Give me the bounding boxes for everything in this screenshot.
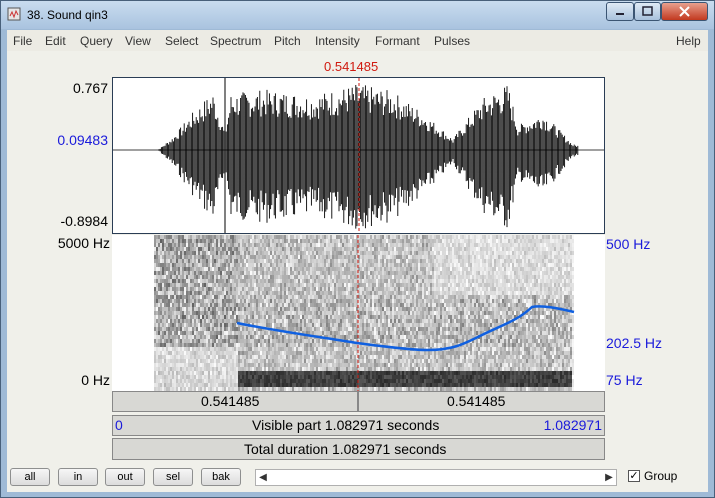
window-title: 38. Sound qin3 [27,8,108,22]
maximize-button[interactable] [634,2,661,21]
spectrogram-plot [154,235,575,391]
praat-app-icon [7,7,21,21]
waveform-trace [158,85,579,229]
editor-area: File Edit Query View Select Spectrum Pit… [7,30,708,492]
sel-button[interactable]: sel [153,468,193,486]
spectrogram-fmax-label: 5000 Hz [57,235,110,251]
waveform-ymin-label: -0.8984 [60,213,108,229]
close-icon [679,6,690,17]
scroll-left-arrow-icon[interactable]: ◀ [256,470,270,485]
spectrogram-texture [154,235,574,391]
waveform-panel[interactable] [112,77,605,234]
time-bar-right-label: 0.541485 [447,393,506,409]
title-bar[interactable]: 38. Sound qin3 [1,1,714,29]
maximize-icon [642,6,653,16]
total-duration-bar[interactable]: Total duration 1.082971 seconds [112,438,605,460]
spectrogram-fmin-label: 0 Hz [81,372,110,388]
bak-button[interactable]: bak [201,468,241,486]
cursor-time-label: 0.541485 [324,59,379,74]
waveform-ymax-label: 0.767 [72,80,108,96]
spectrogram-panel[interactable] [112,235,605,391]
menu-pitch[interactable]: Pitch [274,34,301,48]
menu-query[interactable]: Query [80,34,113,48]
visible-part-label: Visible part 1.082971 seconds [252,417,440,433]
visible-part-bar[interactable]: 0 Visible part 1.082971 seconds 1.082971 [112,415,605,436]
total-duration-label: Total duration 1.082971 seconds [244,441,447,457]
horizontal-scrollbar[interactable]: ◀ ▶ [255,469,617,486]
minimize-icon [616,13,624,15]
pitch-max-label: 500 Hz [606,236,651,252]
time-bar-left-label: 0.541485 [201,393,260,409]
out-button[interactable]: out [105,468,145,486]
group-checkbox[interactable]: ✓ [628,470,640,482]
menu-edit[interactable]: Edit [45,34,66,48]
menu-view[interactable]: View [125,34,151,48]
menu-pulses[interactable]: Pulses [434,34,470,48]
visible-end-label: 1.082971 [543,417,602,433]
bottom-toolbar: all in out sel bak ◀ ▶ ✓ Group [7,463,708,492]
in-button[interactable]: in [58,468,98,486]
scroll-right-arrow-icon[interactable]: ▶ [602,470,616,485]
visible-start-label: 0 [115,417,123,433]
menu-formant[interactable]: Formant [375,34,420,48]
group-label: Group [644,469,678,483]
minimize-button[interactable] [606,2,634,21]
waveform-plot [113,78,604,233]
waveform-ymid-label: 0.09483 [57,132,108,148]
praat-sound-window: 38. Sound qin3 File Edit Query View Sele… [0,0,715,498]
menu-file[interactable]: File [13,34,32,48]
pitch-min-label: 75 Hz [606,372,643,388]
all-button[interactable]: all [10,468,50,486]
menu-select[interactable]: Select [165,34,198,48]
menu-intensity[interactable]: Intensity [315,34,360,48]
pitch-mid-label: 202.5 Hz [606,335,663,351]
menu-spectrum[interactable]: Spectrum [210,34,261,48]
time-bar-right[interactable]: 0.541485 [358,391,605,412]
close-button[interactable] [661,2,708,21]
time-bar-left[interactable]: 0.541485 [112,391,358,412]
menu-help[interactable]: Help [676,34,701,48]
menu-bar: File Edit Query View Select Spectrum Pit… [7,30,708,51]
